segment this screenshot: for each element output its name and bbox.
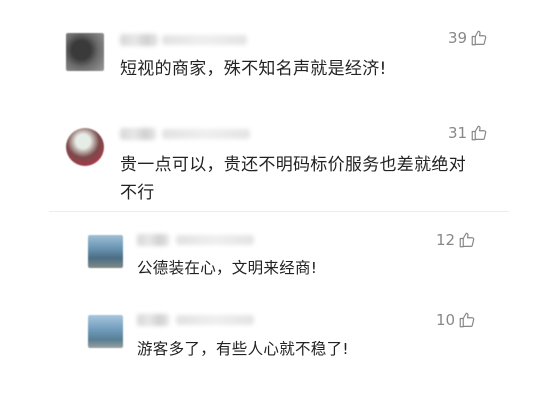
meta-blurred: [176, 315, 254, 325]
username-blurred[interactable]: [137, 234, 169, 246]
like-button[interactable]: 31: [448, 124, 488, 142]
username-blurred[interactable]: [120, 34, 158, 46]
like-count: 10: [436, 311, 456, 329]
reply-text: 游客多了，有些人心就不稳了!: [137, 340, 349, 358]
divider: [49, 211, 509, 212]
thumbs-up-icon: [471, 30, 487, 46]
like-count: 31: [448, 124, 468, 142]
like-button[interactable]: 10: [436, 311, 476, 329]
comment-text: 短视的商家，殊不知名声就是经济!: [120, 59, 387, 79]
like-button[interactable]: 39: [448, 29, 488, 47]
comment-text-line2: 不行: [120, 183, 155, 203]
like-count: 39: [448, 29, 468, 47]
username-blurred[interactable]: [137, 314, 169, 326]
meta-blurred: [176, 235, 254, 245]
thumbs-up-icon: [459, 232, 475, 248]
avatar[interactable]: [66, 33, 104, 71]
like-count: 12: [436, 231, 456, 249]
thumbs-up-icon: [471, 125, 487, 141]
avatar[interactable]: [88, 235, 123, 268]
like-button[interactable]: 12: [436, 231, 476, 249]
meta-blurred: [162, 129, 250, 139]
avatar[interactable]: [66, 128, 104, 166]
reply-text: 公德装在心，文明来经商!: [137, 259, 318, 277]
thumbs-up-icon: [459, 312, 475, 328]
meta-blurred: [162, 35, 247, 45]
avatar[interactable]: [88, 315, 123, 348]
username-blurred[interactable]: [120, 128, 156, 140]
comment-text-line1: 贵一点可以，贵还不明码标价服务也差就绝对: [120, 155, 466, 175]
